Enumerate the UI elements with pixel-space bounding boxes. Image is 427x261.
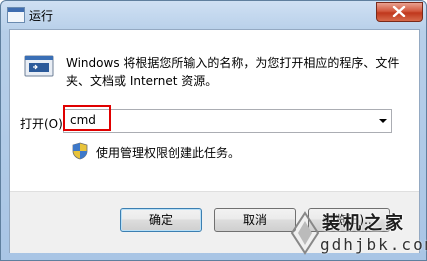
open-label: 打开(O):	[20, 117, 67, 131]
title-bar[interactable]: 运行	[1, 1, 426, 29]
watermark: 装机之家 gdhjbk.com	[290, 205, 427, 261]
watermark-url: gdhjbk.com	[320, 235, 427, 254]
chevron-down-icon[interactable]	[374, 110, 391, 132]
watermark-title: 装机之家	[322, 213, 406, 234]
watermark-logo-icon	[290, 211, 320, 255]
admin-privilege-note: 使用管理权限创建此任务。	[96, 146, 241, 160]
dialog-description: Windows 将根据您所输入的名称，为您打开相应的程序、文件夹、文档或 Int…	[66, 56, 400, 88]
close-button[interactable]	[376, 2, 423, 22]
open-combobox[interactable]: cmd	[63, 109, 392, 133]
cancel-button[interactable]: 取消	[214, 208, 296, 232]
close-icon	[392, 6, 406, 17]
run-window-icon	[7, 7, 25, 23]
window-title: 运行	[29, 9, 54, 23]
run-program-icon	[24, 55, 54, 77]
ok-button[interactable]: 确定	[120, 208, 202, 232]
input-highlight-box	[63, 105, 111, 131]
uac-shield-icon	[72, 142, 88, 160]
